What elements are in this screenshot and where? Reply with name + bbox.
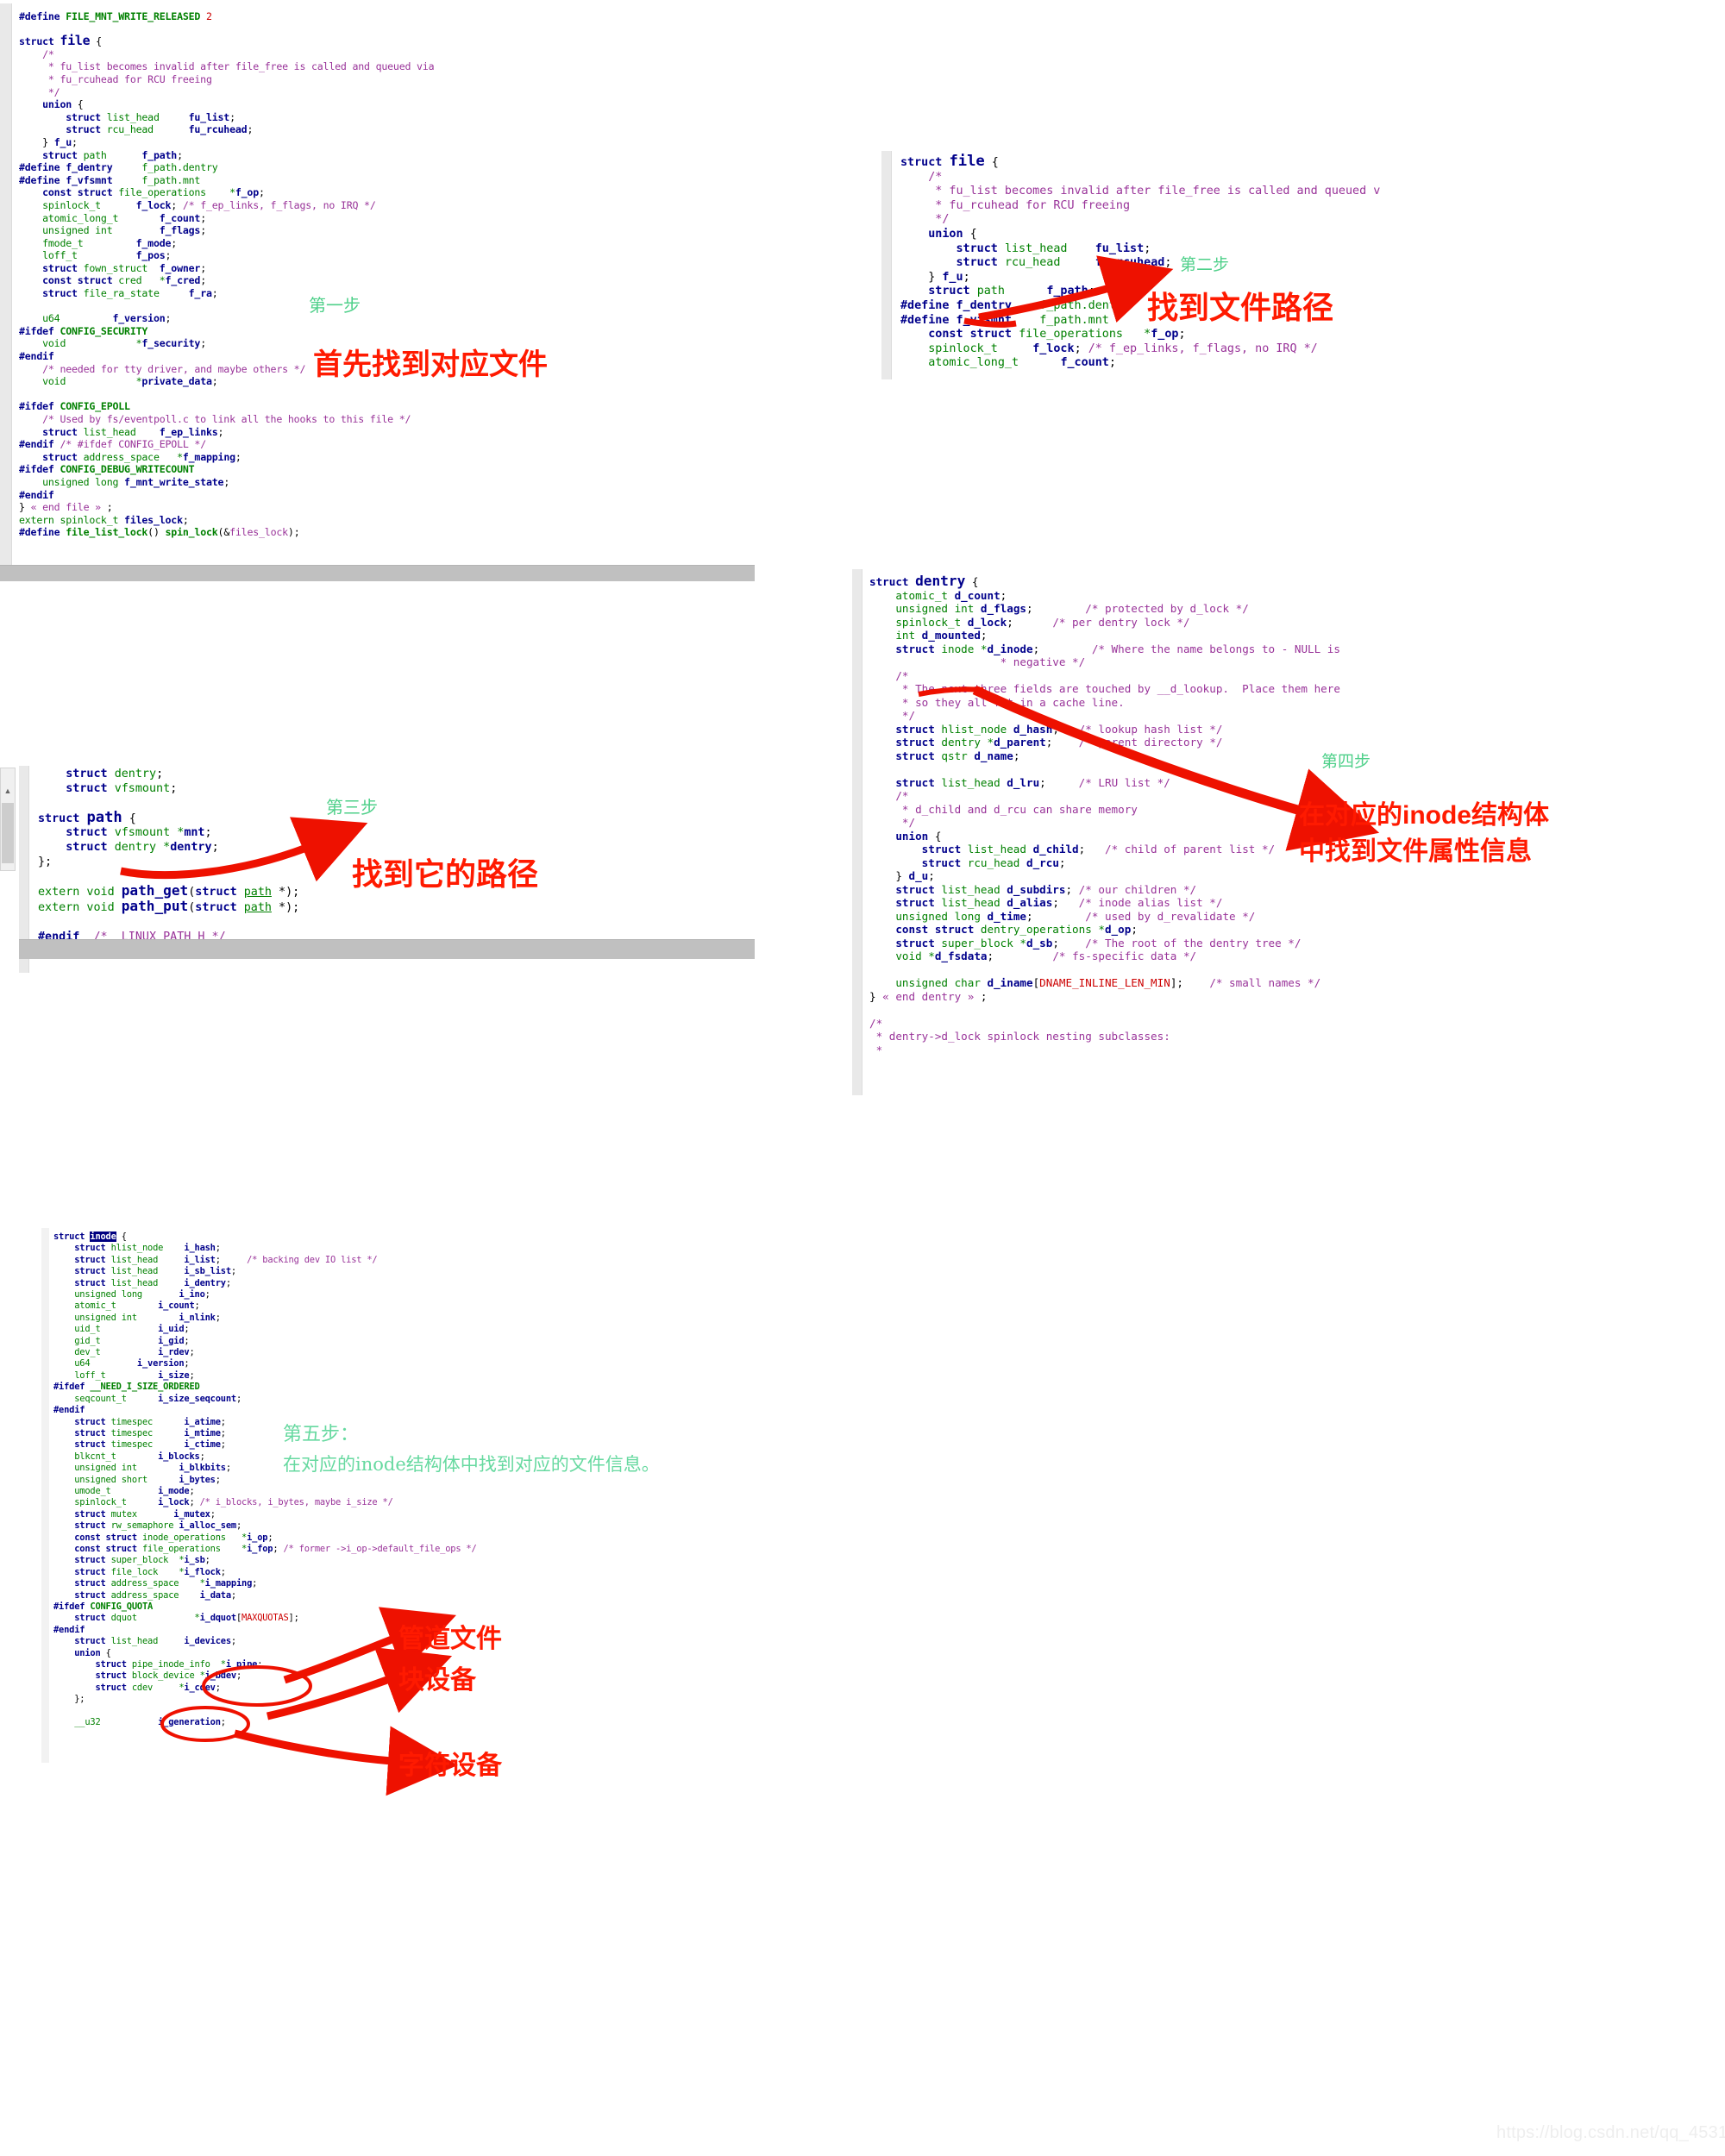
annotation-block-device: 块设备	[398, 1666, 476, 1695]
scroll-up-arrow-icon[interactable]: ▲	[1, 784, 15, 799]
horizontal-scrollbar-3[interactable]	[19, 939, 755, 959]
annotation-step1-label: 第一步	[309, 295, 361, 316]
annotation-char-device: 字符设备	[398, 1752, 502, 1780]
annotation-step5-text: 在对应的inode结构体中找到对应的文件信息。	[283, 1454, 660, 1475]
file-struct-zoom-code-text: struct file { /* * fu_list becomes inval…	[900, 153, 1381, 370]
watermark-url: https://blog.csdn.net/qq_45313714	[1496, 2123, 1725, 2142]
annotation-step1-text: 首先找到对应文件	[313, 348, 548, 381]
annotation-step2-text: 找到文件路径	[1147, 290, 1334, 325]
annotation-step4-text-line2: 中找到文件属性信息	[1299, 837, 1532, 866]
vertical-scrollbar-3[interactable]: ▲	[0, 768, 16, 871]
annotation-step4-text-line1: 在对应的inode结构体	[1299, 801, 1549, 830]
editor-gutter-1	[0, 3, 12, 581]
annotation-step3-text: 找到它的路径	[352, 856, 539, 892]
annotation-step5-label: 第五步：	[283, 1424, 360, 1445]
annotation-step4-label: 第四步	[1321, 752, 1371, 771]
annotation-pipe-file: 管道文件	[398, 1625, 502, 1653]
annotation-step2-label: 第二步	[1180, 255, 1230, 274]
scrollbar-thumb[interactable]	[2, 803, 14, 863]
editor-gutter-2	[881, 151, 892, 379]
horizontal-scrollbar-1[interactable]	[0, 565, 755, 581]
dentry-struct-code-text: struct dentry { atomic_t d_count; unsign…	[869, 573, 1340, 1056]
file-struct-code-text: #define FILE_MNT_WRITE_RELEASED 2 struct…	[19, 10, 435, 539]
annotation-step3-label: 第三步	[326, 797, 378, 818]
editor-gutter-4	[852, 569, 862, 1095]
file-struct-zoom-panel[interactable]: struct file { /* * fu_list becomes inval…	[881, 151, 1399, 379]
editor-gutter-5	[41, 1228, 49, 1763]
file-struct-code-panel[interactable]: #define FILE_MNT_WRITE_RELEASED 2 struct…	[0, 3, 755, 581]
path-struct-code-text: struct dentry; struct vfsmount; struct p…	[38, 768, 300, 943]
